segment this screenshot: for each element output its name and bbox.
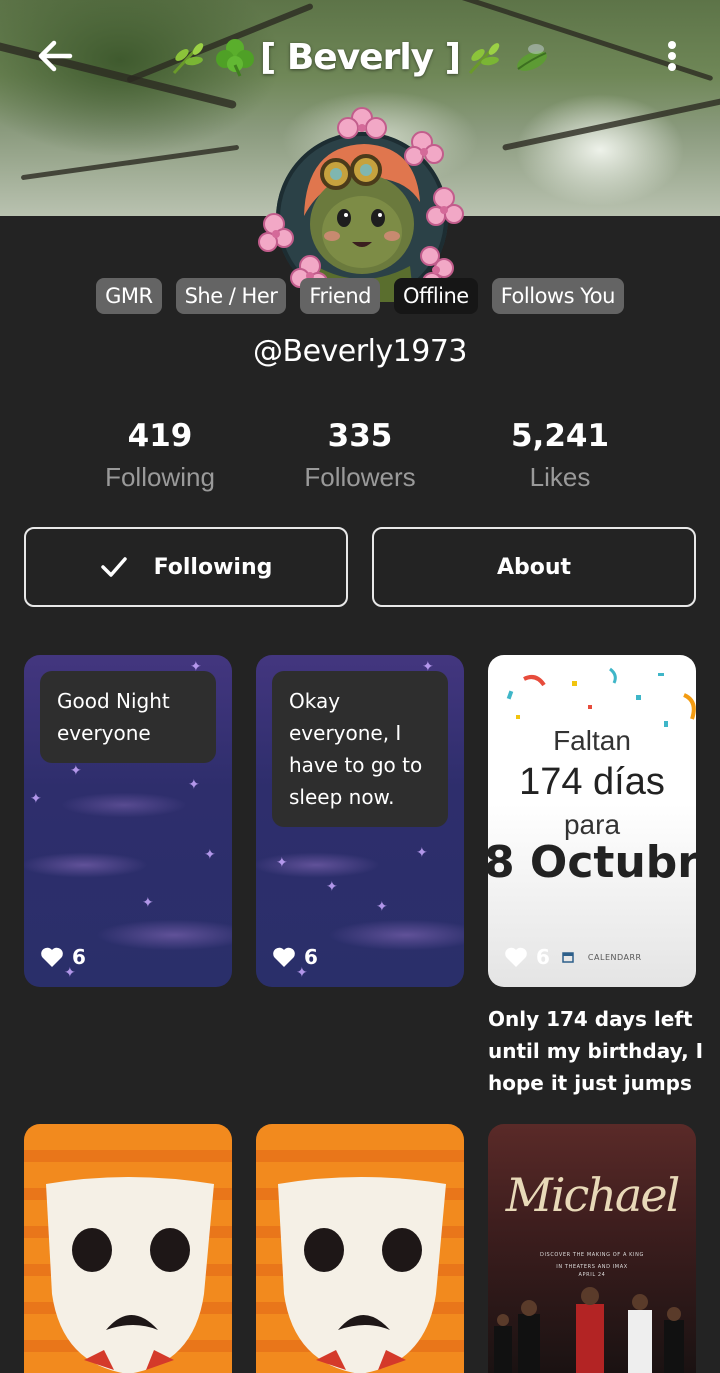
about-label: About <box>496 554 572 580</box>
clover-icon <box>215 39 254 77</box>
confetti-graphic <box>506 667 696 727</box>
badge-follows-you: Follows You <box>491 278 624 314</box>
post-caption: Only 174 days left until my birthday, I … <box>488 1007 704 1095</box>
username-handle: @Beverly1973 <box>252 334 468 369</box>
like-count-value: 6 <box>72 945 86 969</box>
post-card[interactable]: ✦ ✦ ✦ ✦ ✦ ✦ Okay everyone, I have to go … <box>256 655 464 987</box>
post-card[interactable]: ✦ ✦ ✦ ✦ ✦ ✦ ✦ Good Night everyone 6 <box>24 655 232 987</box>
post-text: Okay everyone, I have to go to sleep now… <box>272 671 448 827</box>
arrow-left-icon <box>38 40 73 72</box>
heart-icon <box>505 947 527 967</box>
stat-followers[interactable]: 335 Followers <box>260 418 460 493</box>
post-card[interactable] <box>24 1124 232 1373</box>
stat-label: Followers <box>304 462 416 492</box>
mask-character-image <box>46 1177 214 1373</box>
calendar-icon <box>562 952 574 963</box>
badge-friend: Friend <box>300 278 380 314</box>
stat-value: 5,241 <box>510 418 610 454</box>
movie-tagline: DISCOVER THE MAKING OF A KING <box>540 1252 644 1258</box>
stat-value: 419 <box>127 418 193 454</box>
following-button[interactable]: Following <box>24 527 348 607</box>
more-options-button[interactable] <box>656 36 688 80</box>
movie-release: IN THEATERS AND IMAX <box>556 1264 628 1270</box>
stat-value: 335 <box>327 418 393 454</box>
top-bar: [ Beverly ] <box>0 0 720 112</box>
about-button[interactable]: About <box>372 527 696 607</box>
movie-title: Michael <box>505 1168 681 1222</box>
like-count-value: 6 <box>304 945 318 969</box>
post-card[interactable] <box>256 1124 464 1373</box>
like-count-value: 6 <box>536 945 550 969</box>
stat-following[interactable]: 419 Following <box>60 418 260 493</box>
stat-label: Likes <box>529 462 591 492</box>
checkmark-icon <box>100 557 127 577</box>
mask-character-image <box>278 1177 446 1373</box>
profile-badges: GMR She / Her Friend Offline Follows You <box>0 278 720 316</box>
calendar-brand: CALENDARR <box>587 952 642 962</box>
back-button[interactable] <box>30 34 82 78</box>
more-vertical-icon <box>656 36 688 71</box>
calendar-line-4: 8 Octubre <box>488 837 696 888</box>
profile-name: [ Beverly ] <box>259 36 461 78</box>
badge-pronouns: She / Her <box>175 278 287 314</box>
herb-icon <box>469 43 500 75</box>
post-card[interactable]: Michael DISCOVER THE MAKING OF A KING IN… <box>488 1124 696 1373</box>
badge-status: Offline <box>394 278 478 314</box>
profile-title: [ Beverly ] <box>160 30 560 84</box>
stat-likes[interactable]: 5,241 Likes <box>460 418 660 493</box>
post-text: Good Night everyone <box>40 671 216 763</box>
post-card[interactable]: Faltan 174 días para 8 Octubre 6 CALENDA… <box>488 655 696 987</box>
stat-label: Following <box>105 462 215 492</box>
dancers-image <box>494 1287 684 1373</box>
herb-icon <box>172 43 204 75</box>
heart-icon <box>41 947 63 967</box>
following-label: Following <box>153 554 273 580</box>
calendar-line-2: 174 días <box>519 761 665 803</box>
like-count[interactable]: 6 <box>272 945 318 969</box>
calendar-line-1: Faltan <box>553 725 631 756</box>
leaves-icon <box>517 44 548 71</box>
like-count[interactable]: 6 <box>40 945 86 969</box>
badge-gmr: GMR <box>96 278 162 314</box>
heart-icon <box>273 947 295 967</box>
like-count[interactable]: 6 CALENDARR <box>504 945 642 969</box>
